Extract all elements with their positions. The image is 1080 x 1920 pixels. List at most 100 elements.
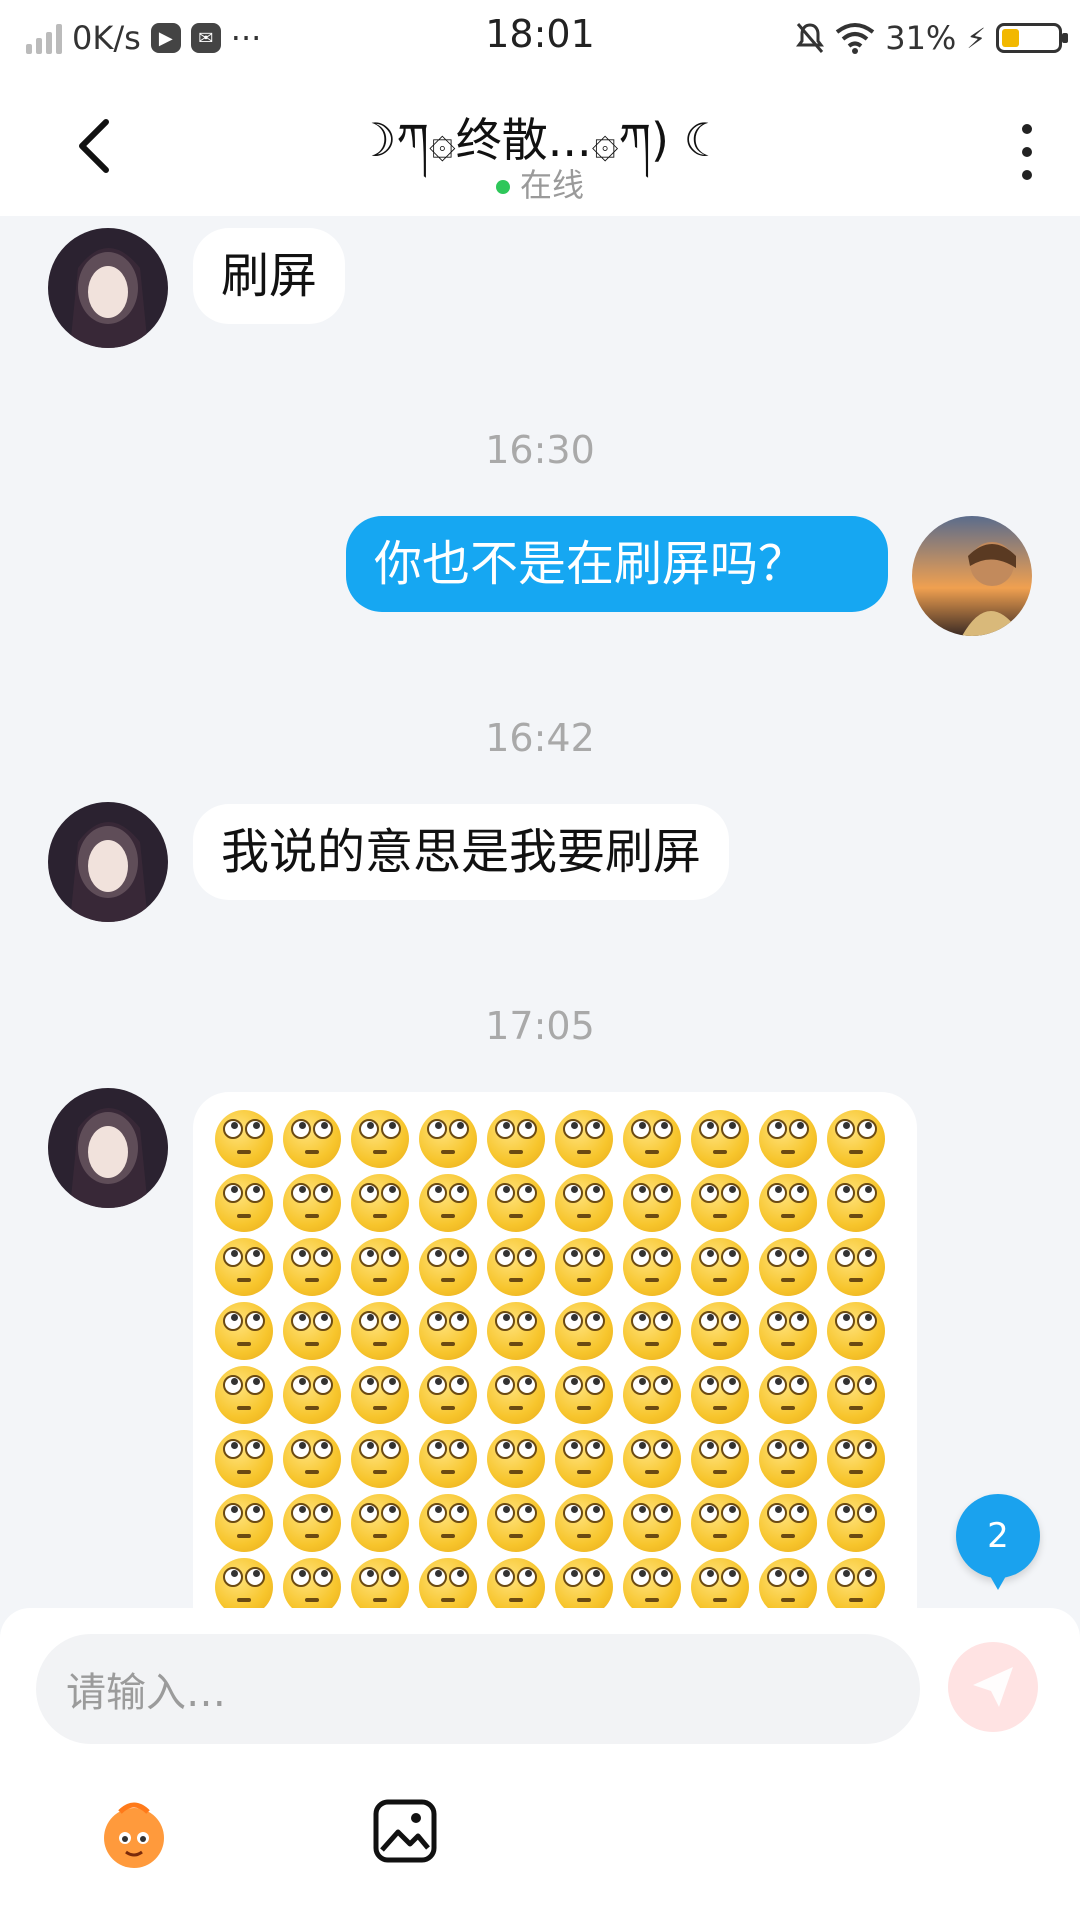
rolling-eyes-emoji-icon <box>419 1110 477 1168</box>
rolling-eyes-emoji-icon <box>623 1174 681 1232</box>
mascot-emoji-icon[interactable] <box>94 1794 174 1874</box>
rolling-eyes-emoji-icon <box>555 1110 613 1168</box>
rolling-eyes-emoji-icon <box>215 1558 273 1610</box>
rolling-eyes-emoji-icon <box>487 1494 545 1552</box>
rolling-eyes-emoji-icon <box>691 1430 749 1488</box>
rolling-eyes-emoji-icon <box>487 1110 545 1168</box>
online-label: 在线 <box>519 166 584 204</box>
rolling-eyes-emoji-icon <box>283 1302 341 1360</box>
rolling-eyes-emoji-icon <box>487 1238 545 1296</box>
rolling-eyes-emoji-icon <box>283 1430 341 1488</box>
charging-icon: ⚡ <box>966 21 986 55</box>
rolling-eyes-emoji-icon <box>691 1238 749 1296</box>
rolling-eyes-emoji-icon <box>623 1366 681 1424</box>
rolling-eyes-emoji-icon <box>827 1174 885 1232</box>
contact-avatar[interactable] <box>48 1088 168 1208</box>
rolling-eyes-emoji-icon <box>419 1430 477 1488</box>
rolling-eyes-emoji-icon <box>215 1494 273 1552</box>
composer: 请输入… <box>0 1608 1080 1920</box>
rolling-eyes-emoji-icon <box>759 1494 817 1552</box>
rolling-eyes-emoji-icon <box>691 1366 749 1424</box>
wifi-icon <box>835 23 875 54</box>
rolling-eyes-emoji-icon <box>555 1174 613 1232</box>
rolling-eyes-emoji-icon <box>623 1558 681 1610</box>
rolling-eyes-emoji-icon <box>691 1494 749 1552</box>
incoming-message[interactable]: 刷屏 <box>193 228 346 324</box>
rolling-eyes-emoji-icon <box>215 1174 273 1232</box>
message-input[interactable]: 请输入… <box>36 1634 920 1744</box>
image-icon[interactable] <box>372 1798 438 1864</box>
my-avatar[interactable] <box>912 516 1032 636</box>
rolling-eyes-emoji-icon <box>487 1174 545 1232</box>
rolling-eyes-emoji-icon <box>691 1558 749 1610</box>
timestamp: 16:42 <box>485 716 595 760</box>
rolling-eyes-emoji-icon <box>419 1302 477 1360</box>
rolling-eyes-emoji-icon <box>759 1110 817 1168</box>
rolling-eyes-emoji-icon <box>419 1494 477 1552</box>
rolling-eyes-emoji-icon <box>759 1302 817 1360</box>
incoming-message[interactable]: 我说的意思是我要刷屏 <box>193 804 730 900</box>
rolling-eyes-emoji-icon <box>215 1302 273 1360</box>
new-message-badge[interactable]: 2 <box>956 1494 1040 1590</box>
rolling-eyes-emoji-icon <box>419 1558 477 1610</box>
status-bar: 0K/s ▶ ✉ ··· 18:01 31% ⚡ <box>0 0 1080 76</box>
rolling-eyes-emoji-icon <box>351 1238 409 1296</box>
rolling-eyes-emoji-icon <box>283 1110 341 1168</box>
rolling-eyes-emoji-icon <box>623 1302 681 1360</box>
rolling-eyes-emoji-icon <box>623 1110 681 1168</box>
rolling-eyes-emoji-icon <box>555 1366 613 1424</box>
status-right: 31% ⚡ <box>795 14 1068 62</box>
rolling-eyes-emoji-icon <box>827 1366 885 1424</box>
rolling-eyes-emoji-icon <box>623 1430 681 1488</box>
rolling-eyes-emoji-icon <box>487 1302 545 1360</box>
rolling-eyes-emoji-icon <box>487 1430 545 1488</box>
rolling-eyes-emoji-icon <box>419 1366 477 1424</box>
rolling-eyes-emoji-icon <box>215 1110 273 1168</box>
rolling-eyes-emoji-icon <box>555 1558 613 1610</box>
rolling-eyes-emoji-icon <box>691 1110 749 1168</box>
contact-avatar[interactable] <box>48 802 168 922</box>
emoji-message[interactable] <box>193 1092 917 1610</box>
rolling-eyes-emoji-icon <box>759 1174 817 1232</box>
rolling-eyes-emoji-icon <box>351 1494 409 1552</box>
rolling-eyes-emoji-icon <box>351 1110 409 1168</box>
rolling-eyes-emoji-icon <box>283 1238 341 1296</box>
online-status: 在线 <box>0 160 1080 206</box>
rolling-eyes-emoji-icon <box>759 1366 817 1424</box>
more-options-icon[interactable] <box>1018 124 1036 180</box>
contact-avatar[interactable] <box>48 228 168 348</box>
rolling-eyes-emoji-icon <box>419 1238 477 1296</box>
battery-icon <box>996 23 1068 53</box>
rolling-eyes-emoji-icon <box>351 1174 409 1232</box>
rolling-eyes-emoji-icon <box>827 1302 885 1360</box>
rolling-eyes-emoji-icon <box>759 1558 817 1610</box>
rolling-eyes-emoji-icon <box>691 1174 749 1232</box>
rolling-eyes-emoji-icon <box>827 1430 885 1488</box>
rolling-eyes-emoji-icon <box>827 1558 885 1610</box>
rolling-eyes-emoji-icon <box>555 1238 613 1296</box>
rolling-eyes-emoji-icon <box>215 1430 273 1488</box>
rolling-eyes-emoji-icon <box>555 1494 613 1552</box>
rolling-eyes-emoji-icon <box>351 1366 409 1424</box>
rolling-eyes-emoji-icon <box>419 1174 477 1232</box>
timestamp: 17:05 <box>485 1004 595 1048</box>
rolling-eyes-emoji-icon <box>215 1238 273 1296</box>
rolling-eyes-emoji-icon <box>283 1366 341 1424</box>
send-button[interactable] <box>948 1642 1038 1732</box>
rolling-eyes-emoji-icon <box>215 1366 273 1424</box>
rolling-eyes-emoji-icon <box>487 1558 545 1610</box>
rolling-eyes-emoji-icon <box>759 1238 817 1296</box>
rolling-eyes-emoji-icon <box>555 1302 613 1360</box>
rolling-eyes-emoji-icon <box>827 1238 885 1296</box>
rolling-eyes-emoji-icon <box>759 1430 817 1488</box>
message-list[interactable]: 刷屏 16:30 你也不是在刷屏吗？ 16:42 我说的意思是我要刷屏 17:0… <box>0 216 1080 1610</box>
rolling-eyes-emoji-icon <box>623 1238 681 1296</box>
rolling-eyes-emoji-icon <box>691 1302 749 1360</box>
mute-bell-icon <box>796 23 825 53</box>
rolling-eyes-emoji-icon <box>283 1494 341 1552</box>
rolling-eyes-emoji-icon <box>351 1302 409 1360</box>
rolling-eyes-emoji-icon <box>827 1494 885 1552</box>
outgoing-message[interactable]: 你也不是在刷屏吗？ <box>346 516 888 612</box>
rolling-eyes-emoji-icon <box>283 1558 341 1610</box>
rolling-eyes-emoji-icon <box>827 1110 885 1168</box>
